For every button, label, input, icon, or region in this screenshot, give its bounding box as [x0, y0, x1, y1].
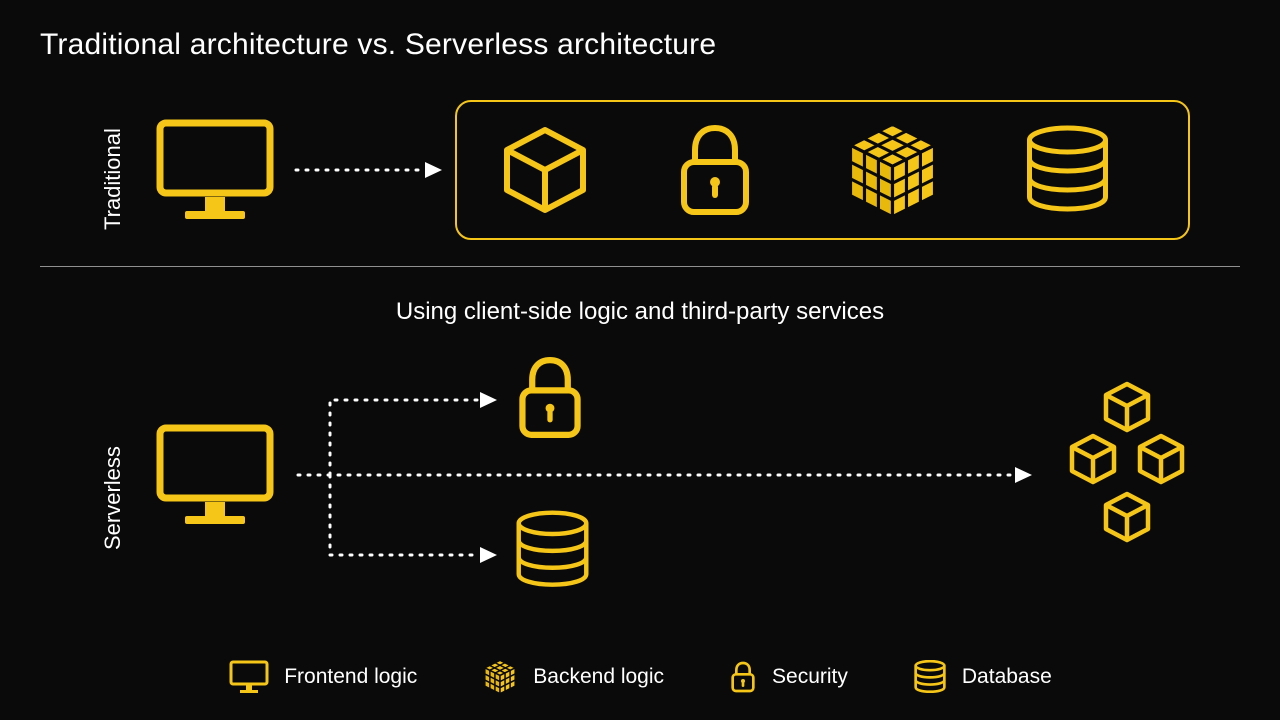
- arrows-serverless: [290, 360, 1060, 620]
- legend-label: Frontend logic: [284, 665, 417, 689]
- legend-frontend: Frontend logic: [228, 659, 417, 695]
- page-title: Traditional architecture vs. Serverless …: [40, 28, 716, 62]
- legend-label: Backend logic: [533, 665, 664, 689]
- database-icon: [1020, 125, 1115, 215]
- legend-label: Database: [962, 665, 1052, 689]
- section-divider: [40, 266, 1240, 267]
- serverless-subtitle: Using client-side logic and third-party …: [0, 298, 1280, 326]
- monitor-icon: [228, 659, 270, 695]
- monitor-icon: [150, 420, 280, 530]
- lock-icon: [510, 350, 590, 445]
- section-label-traditional: Traditional: [100, 100, 126, 230]
- backend-cube-icon: [840, 118, 945, 223]
- database-icon: [510, 510, 595, 590]
- legend-backend: Backend logic: [481, 658, 664, 696]
- lock-icon: [670, 120, 760, 220]
- lock-icon: [728, 659, 758, 695]
- arrow-traditional: [290, 150, 450, 190]
- legend-label: Security: [772, 665, 848, 689]
- section-label-serverless: Serverless: [100, 400, 126, 550]
- legend: Frontend logic Backend logic Security: [0, 658, 1280, 696]
- cube-icon: [495, 120, 595, 220]
- backend-cube-icon: [481, 658, 519, 696]
- cube-cluster-icon: [1040, 380, 1210, 570]
- legend-database: Database: [912, 660, 1052, 694]
- legend-security: Security: [728, 659, 848, 695]
- database-icon: [912, 660, 948, 694]
- monitor-icon: [150, 115, 280, 225]
